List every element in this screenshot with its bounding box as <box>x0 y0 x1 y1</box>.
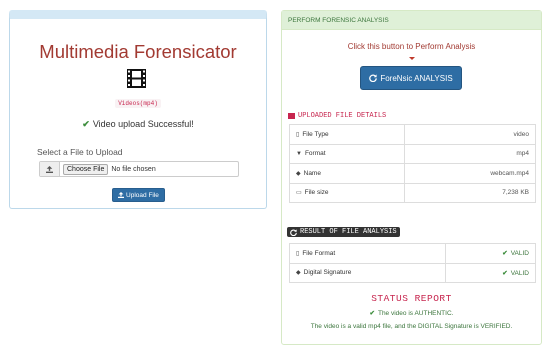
select-file-label: Select a File to Upload <box>37 147 123 157</box>
format-code: Videos(mp4) <box>10 99 266 108</box>
analysis-panel: PERFORM FORENSIC ANALYSIS Click this but… <box>281 10 542 345</box>
harddisk-icon: ▭ <box>296 190 302 197</box>
status-report-title: STATUS REPORT <box>371 293 452 304</box>
file-icon: ▯ <box>296 250 300 257</box>
table-row: ▭ File size 7,238 KB <box>288 182 536 203</box>
upload-icon <box>118 192 125 198</box>
result-analysis-title: RESULT OF FILE ANALYSIS <box>287 227 400 237</box>
forensic-analysis-button[interactable]: ForeNsic ANALYSIS <box>360 66 462 90</box>
upload-icon <box>40 162 60 176</box>
file-icon: ▯ <box>296 131 300 138</box>
status-authentic: ✔ The video is AUTHENTIC. <box>369 310 454 317</box>
uploaded-details-title: UPLOADED FILE DETAILS <box>288 112 386 120</box>
upload-success-message: ✔ Video upload Successful! <box>82 119 194 129</box>
table-row: ▯ File Type video <box>288 124 536 145</box>
upload-panel: Multimedia Forensicator Videos(mp4) ✔ Vid… <box>9 10 267 209</box>
analysis-panel-header: PERFORM FORENSIC ANALYSIS <box>282 11 541 30</box>
analysis-prompt: Click this button to Perform Analysis <box>347 42 476 51</box>
result-table: ▯ File Format ✔ VALID ◆ Digital Signature ✔… <box>289 243 536 283</box>
list-icon <box>288 113 295 119</box>
check-icon: ✔ <box>369 310 375 317</box>
choose-file-button[interactable]: Choose File <box>63 163 109 175</box>
check-icon: ✔ <box>502 269 508 277</box>
table-row: ◆ Name webcam.mp4 <box>288 163 536 184</box>
file-details-table: ▯ File Type video ▼ Format mp4 ◆ Name webca… <box>288 124 536 203</box>
status-detail: The video is a valid mp4 file, and the D… <box>310 323 513 330</box>
tag-icon: ◆ <box>296 270 301 277</box>
check-icon: ✔ <box>82 119 90 129</box>
app-title: Multimedia Forensicator <box>39 41 237 62</box>
tag-icon: ◆ <box>296 170 301 177</box>
caret-down-icon <box>409 57 415 60</box>
refresh-icon <box>290 228 297 236</box>
table-row: ▼ Format mp4 <box>288 143 536 164</box>
no-file-text: No file chosen <box>111 165 156 173</box>
table-row: ▯ File Format ✔ VALID <box>289 243 536 264</box>
check-icon: ✔ <box>502 250 508 258</box>
film-icon <box>127 69 146 88</box>
upload-file-button[interactable]: Upload File <box>112 188 165 202</box>
table-row: ◆ Digital Signature ✔ VALID <box>289 262 536 283</box>
refresh-icon <box>369 74 378 82</box>
filter-icon: ▼ <box>296 151 302 158</box>
file-input-group[interactable]: Choose File No file chosen <box>39 161 239 177</box>
